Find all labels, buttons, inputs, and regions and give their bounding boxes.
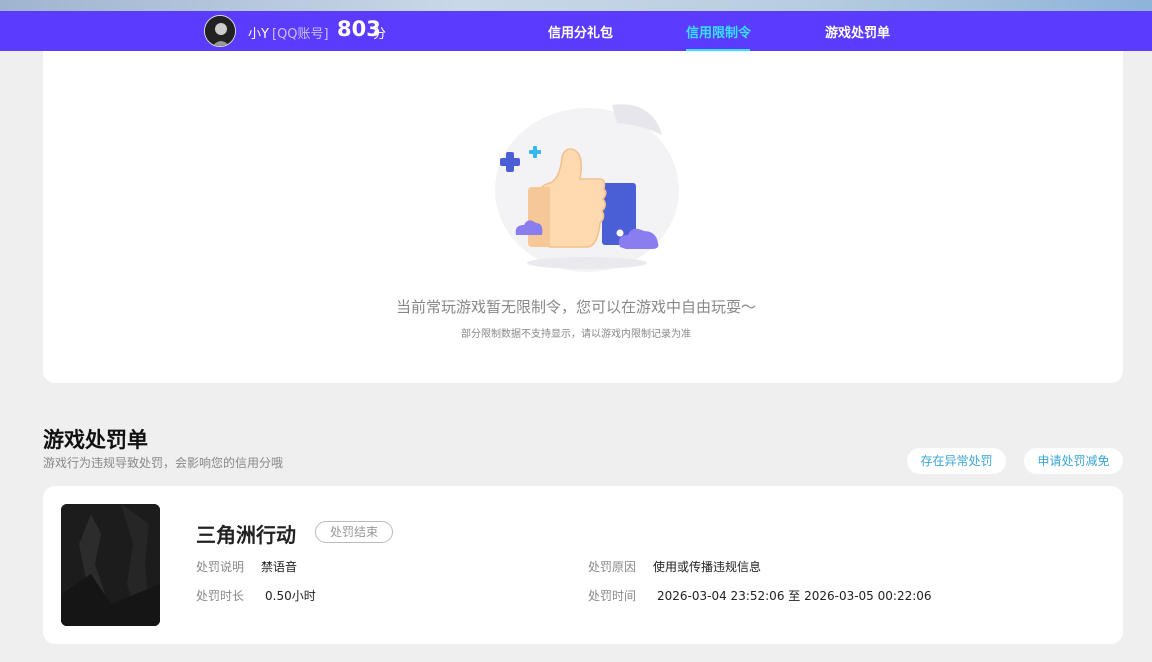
account-type: [QQ账号] xyxy=(272,27,329,42)
punishment-section-title: 游戏处罚单 xyxy=(43,428,148,452)
restriction-data-note: 部分限制数据不支持显示，请以游戏内限制记录为准 xyxy=(461,329,691,340)
punishment-duration-label: 处罚时长 xyxy=(196,589,245,603)
punishment-desc-label: 处罚说明 xyxy=(196,560,245,574)
punishment-desc-value: 禁语音 xyxy=(261,560,298,574)
punishment-time-label: 处罚时间 xyxy=(588,589,637,603)
punishment-time-value: 2026-03-04 23:52:06 至 2026-03-05 00:22:0… xyxy=(657,589,932,603)
game-cover-art-icon xyxy=(61,504,160,626)
avatar[interactable] xyxy=(204,15,236,47)
tab-game-punishment[interactable]: 游戏处罚单 xyxy=(825,22,890,41)
user-nickname: 小Y xyxy=(248,27,269,42)
punishment-duration-value: 0.50小时 xyxy=(265,589,316,603)
avatar-image-icon xyxy=(205,16,235,46)
punishment-reason-label: 处罚原因 xyxy=(588,560,637,574)
status-badge: 处罚结束 xyxy=(315,521,393,543)
top-nav-bar: 小Y [QQ账号] 803 分 信用分礼包 信用限制令 游戏处罚单 xyxy=(0,11,1152,51)
punishment-reason-value: 使用或传播违规信息 xyxy=(653,560,762,574)
apply-reduction-button[interactable]: 申请处罚减免 xyxy=(1024,448,1123,474)
thumbs-up-illustration-icon xyxy=(495,104,679,272)
game-name: 三角洲行动 xyxy=(196,523,296,547)
no-restriction-message: 当前常玩游戏暂无限制令，您可以在游戏中自由玩耍～ xyxy=(395,298,756,316)
game-cover-image xyxy=(61,504,160,626)
tab-credit-gift[interactable]: 信用分礼包 xyxy=(548,22,613,41)
punishment-section-subtitle: 游戏行为违规导致处罚，会影响您的信用分哦 xyxy=(43,456,284,470)
tab-credit-restriction[interactable]: 信用限制令 xyxy=(686,22,751,41)
abnormal-punishment-button[interactable]: 存在异常处罚 xyxy=(907,448,1006,474)
credit-score-unit: 分 xyxy=(373,27,387,42)
browser-top-strip xyxy=(0,0,1152,11)
